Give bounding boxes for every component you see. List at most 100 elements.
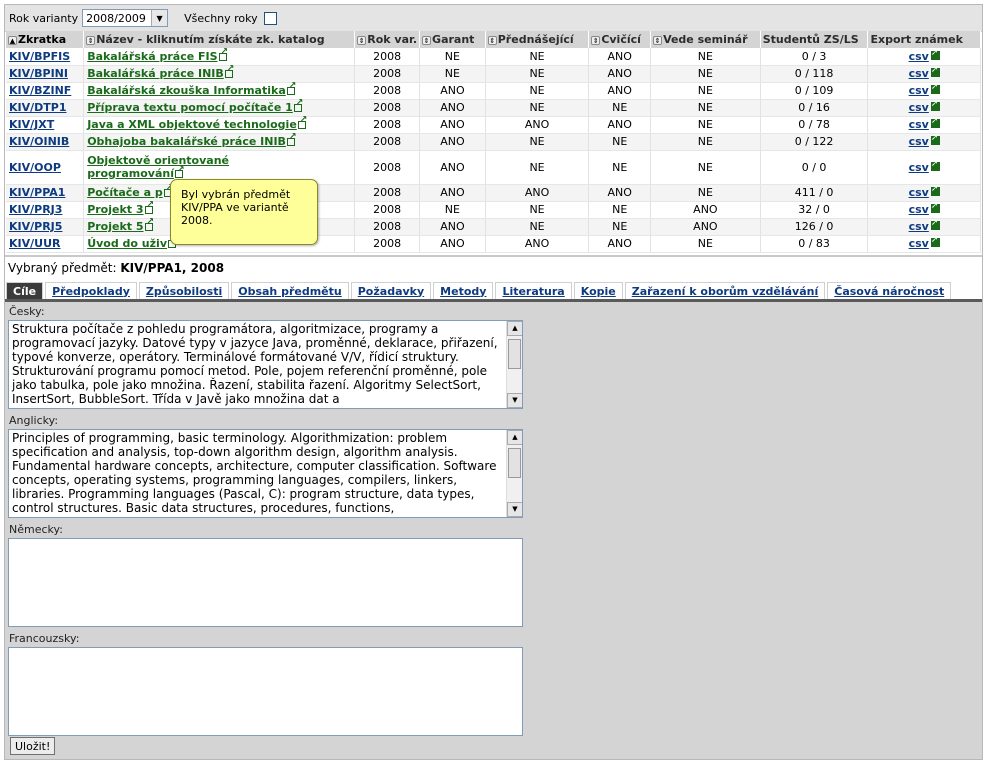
subject-name-link[interactable]: Projekt 3 (87, 200, 154, 216)
subject-name-link[interactable]: Bakalářská práce INIB (87, 64, 234, 80)
column-header[interactable]: ⇕ Přednášející (485, 31, 590, 48)
export-icon[interactable] (930, 235, 940, 247)
subject-code-link[interactable]: KIV/BPINI (9, 67, 68, 80)
tab-item[interactable]: Časová náročnost (827, 282, 952, 299)
subject-code-link[interactable]: KIV/UUR (9, 237, 60, 250)
scroll-thumb[interactable] (508, 339, 521, 369)
subject-code-link[interactable]: KIV/OINIB (9, 135, 69, 148)
seminar-cell: NE (650, 65, 761, 83)
tab-item[interactable]: Způsobilosti (138, 282, 230, 299)
csv-export-link[interactable]: csv (909, 135, 929, 148)
column-header[interactable]: ⇕ Rok var. (354, 31, 421, 48)
csv-export-link[interactable]: csv (909, 50, 929, 63)
export-icon[interactable] (930, 116, 940, 128)
column-header[interactable]: Studentů ZS/LS (760, 31, 869, 48)
subject-name-link[interactable]: Objektově orientované programování (87, 154, 229, 180)
export-icon[interactable] (930, 184, 940, 196)
export-icon[interactable] (930, 201, 940, 213)
csv-export-link[interactable]: csv (909, 237, 929, 250)
sort-toggle-icon[interactable]: ⇕ (653, 35, 663, 45)
tab-item[interactable]: Předpoklady (45, 282, 137, 299)
subject-code-link[interactable]: KIV/JXT (9, 118, 54, 131)
scroll-down-icon[interactable]: ▼ (507, 502, 522, 517)
column-header[interactable]: Export známek (867, 31, 981, 48)
save-button[interactable]: Uložit! (10, 737, 56, 755)
name-cell: Příprava textu pomocí počítače 1 (83, 98, 356, 117)
export-icon[interactable] (930, 159, 940, 171)
csv-export-link[interactable]: csv (909, 203, 929, 216)
subject-name-link[interactable]: Bakalářská zkouška Informatika (87, 81, 296, 97)
chevron-down-icon[interactable]: ▼ (151, 10, 168, 26)
column-header[interactable]: ▲ Zkratka (6, 31, 85, 48)
tab-item[interactable]: Zařazení k oborům vzdělávání (624, 282, 826, 299)
subject-name-link[interactable]: Projekt 5 (87, 217, 154, 233)
english-textarea[interactable]: Principles of programming, basic termino… (8, 429, 523, 518)
column-header[interactable]: ⇕ Název - kliknutím získáte zk. katalog (83, 31, 356, 48)
year-select[interactable]: 2008/2009 ▼ (82, 9, 169, 27)
csv-export-link[interactable]: csv (909, 161, 929, 174)
scroll-thumb[interactable] (508, 448, 521, 478)
sort-toggle-icon[interactable]: ⇕ (591, 35, 601, 45)
subject-name-link[interactable]: Úvod do uživ (87, 234, 177, 250)
subject-name-link[interactable]: Java a XML objektové technologie (87, 115, 307, 131)
column-header-label: Garant (432, 33, 475, 46)
column-header[interactable]: ⇕ Garant (419, 31, 486, 48)
garant-cell: ANO (419, 99, 486, 117)
sort-toggle-icon[interactable]: ⇕ (86, 35, 96, 45)
code-cell: KIV/BPINI (6, 65, 85, 83)
column-header[interactable]: ⇕ Cvičící (588, 31, 652, 48)
export-icon[interactable] (930, 133, 940, 145)
scroll-down-icon[interactable]: ▼ (507, 393, 522, 408)
csv-export-link[interactable]: csv (909, 84, 929, 97)
all-years-checkbox[interactable] (263, 11, 277, 25)
csv-export-link[interactable]: csv (909, 186, 929, 199)
export-icon[interactable] (930, 48, 940, 60)
export-icon[interactable] (930, 82, 940, 94)
subject-code-link[interactable]: KIV/PRJ3 (9, 203, 62, 216)
sort-toggle-icon[interactable]: ⇕ (357, 35, 367, 45)
students-cell: 0 / 3 (760, 48, 869, 66)
sort-toggle-icon[interactable]: ⇕ (422, 35, 432, 45)
column-header[interactable]: ⇕ Vede seminář (650, 31, 761, 48)
csv-export-link[interactable]: csv (909, 220, 929, 233)
lecturer-cell: ANO (485, 235, 590, 253)
subject-code-link[interactable]: KIV/PPA1 (9, 186, 65, 199)
scroll-up-icon[interactable]: ▲ (507, 430, 522, 445)
tab-item[interactable]: Obsah předmětu (231, 282, 349, 299)
subject-code-link[interactable]: KIV/PRJ5 (9, 220, 62, 233)
scrollbar[interactable]: ▲ ▼ (506, 321, 522, 408)
external-link-icon (224, 64, 234, 78)
table-row: KIV/PRJ3Projekt 32008NENENEANO32 / 0csv (6, 200, 981, 219)
subject-name-link[interactable]: Obhajoba bakalářské práce INIB (87, 132, 296, 148)
column-header-label: Zkratka (18, 33, 67, 46)
tab-item[interactable]: Literatura (495, 282, 572, 299)
tab-item[interactable]: Cíle (6, 282, 44, 299)
code-cell: KIV/OINIB (6, 133, 85, 151)
subject-code-link[interactable]: KIV/BZINF (9, 84, 71, 97)
export-icon[interactable] (930, 65, 940, 77)
csv-export-link[interactable]: csv (909, 67, 929, 80)
subject-code-link[interactable]: KIV/OOP (9, 161, 61, 174)
scrollbar[interactable]: ▲ ▼ (506, 430, 522, 517)
subject-code-link[interactable]: KIV/BPFIS (9, 50, 70, 63)
scroll-up-icon[interactable]: ▲ (507, 321, 522, 336)
tab-item[interactable]: Kopie (573, 282, 623, 299)
subject-name-link[interactable]: Počítače a p (87, 183, 173, 199)
subject-name-link[interactable]: Příprava textu pomocí počítače 1 (87, 98, 303, 114)
tab-item[interactable]: Metody (433, 282, 494, 299)
export-icon[interactable] (930, 218, 940, 230)
sort-toggle-icon[interactable]: ⇕ (487, 35, 497, 45)
tab-item[interactable]: Požadavky (350, 282, 432, 299)
students-cell: 0 / 122 (760, 133, 869, 151)
sort-up-icon[interactable]: ▲ (8, 35, 17, 45)
csv-export-link[interactable]: csv (909, 101, 929, 114)
students-cell: 0 / 83 (760, 235, 869, 253)
czech-textarea[interactable]: Struktura počítače z pohledu programátor… (8, 320, 523, 409)
export-icon[interactable] (930, 99, 940, 111)
german-textarea[interactable] (8, 538, 523, 627)
csv-export-link[interactable]: csv (909, 118, 929, 131)
subject-code-link[interactable]: KIV/DTP1 (9, 101, 67, 114)
subject-name-link[interactable]: Bakalářská práce FIS (87, 47, 228, 63)
selected-subject: Vybraný předmět: KIV/PPA1, 2008 (8, 261, 224, 275)
french-textarea[interactable] (8, 647, 523, 736)
